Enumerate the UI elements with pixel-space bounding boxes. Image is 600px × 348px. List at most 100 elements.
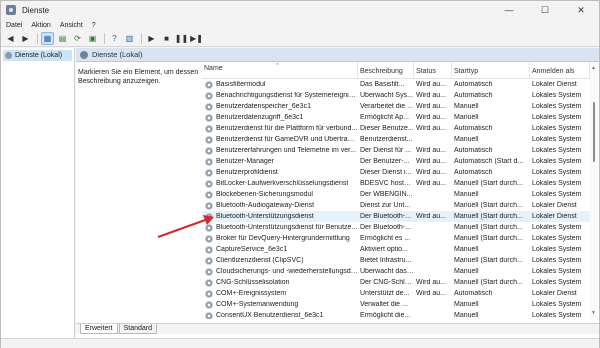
stop-service-icon[interactable]: ■ xyxy=(160,32,173,45)
properties-icon[interactable]: ▤ xyxy=(56,32,69,45)
service-name: Clientlizenzdienst (ClipSVC) xyxy=(202,256,358,265)
annotation-arrow xyxy=(157,215,214,238)
table-row[interactable]: BitLocker-Laufwerkverschlüsselungsdienst… xyxy=(202,178,590,189)
toolbar-separator xyxy=(37,33,38,44)
service-description: Dienst zur Unt... xyxy=(360,202,411,209)
pause-service-icon[interactable]: ❚❚ xyxy=(175,32,188,45)
back-arrow-icon[interactable]: ◀ xyxy=(4,32,17,45)
table-row[interactable]: Benutzerdienst für die Plattform für ver… xyxy=(202,123,590,134)
gear-icon xyxy=(205,135,213,144)
scroll-down-icon[interactable]: ▼ xyxy=(591,310,596,316)
tree-item-services-local[interactable]: Dienste (Lokal) xyxy=(3,50,72,61)
gear-icon xyxy=(205,190,213,199)
scrollbar-thumb[interactable] xyxy=(593,102,595,162)
tab-erweitert[interactable]: Erweitert xyxy=(80,324,118,334)
gear-icon xyxy=(205,124,213,133)
service-description: Bietet Infrastru... xyxy=(360,257,412,264)
service-startup-type: Manuell (Start durch... xyxy=(454,224,523,231)
service-name-label: Broker für DevQuery-Hintergrundermittlun… xyxy=(216,235,350,242)
service-description: BDESVC hostet... xyxy=(360,180,414,187)
show-action-pane-icon[interactable]: ▥ xyxy=(123,32,136,45)
restart-service-icon[interactable]: ▶❚ xyxy=(190,32,203,45)
service-name-label: Benutzerdatenspeicher_6e3c1 xyxy=(216,103,311,110)
service-description: Ermöglicht es ... xyxy=(360,235,411,242)
column-header-description[interactable]: Beschreibung xyxy=(358,62,414,78)
table-row[interactable]: Benutzererfahrungen und Telemetrie im ve… xyxy=(202,145,590,156)
service-name-label: COM+-Systemanwendung xyxy=(216,301,299,308)
column-header-status[interactable]: Status xyxy=(414,62,452,78)
close-button[interactable]: ✕ xyxy=(563,1,599,19)
table-row[interactable]: Benutzerprofildienst Dieser Dienst i... Wi… xyxy=(202,167,590,178)
table-row[interactable]: Blockebenen-Sicherungsmodul Der WBENGIN..… xyxy=(202,189,590,200)
service-log-on-as: Lokales System xyxy=(532,125,582,132)
service-description: Der CNG-Schlü... xyxy=(360,279,414,286)
minimize-button[interactable]: — xyxy=(491,1,527,19)
service-name: Benutzerdatenzugriff_6e3c1 xyxy=(202,113,358,122)
table-row[interactable]: CNG-Schlüsselisolation Der CNG-Schlü... Wi… xyxy=(202,277,590,288)
gear-icon xyxy=(205,179,213,188)
service-log-on-as: Lokales System xyxy=(532,169,582,176)
service-startup-type: Manuell xyxy=(454,246,479,253)
service-description: Dieser Benutze... xyxy=(360,125,414,132)
console-tree-icon[interactable]: ▦ xyxy=(41,32,54,45)
service-name-label: Benutzer-Manager xyxy=(216,158,274,165)
status-bar xyxy=(1,338,599,348)
service-startup-type: Manuell xyxy=(454,191,479,198)
services-app-icon xyxy=(6,5,16,15)
service-name: Bluetooth-Unterstützungsdienst xyxy=(202,212,358,221)
maximize-button[interactable]: ☐ xyxy=(527,1,563,19)
service-log-on-as: Lokales System xyxy=(532,235,582,242)
gear-icon xyxy=(205,168,213,177)
table-row[interactable]: Broker für DevQuery-Hintergrundermittlun… xyxy=(202,233,590,244)
table-row[interactable]: Bluetooth-Unterstützungsdienst Der Blueto… xyxy=(202,211,590,222)
scroll-up-icon[interactable]: ▲ xyxy=(591,65,596,71)
table-row[interactable]: COM+-Systemanwendung Verwaltet die ... Man… xyxy=(202,299,590,310)
pane-header: Dienste (Lokal) xyxy=(76,48,599,62)
menu-ansicht[interactable]: Ansicht xyxy=(60,22,83,29)
table-row[interactable]: Benutzerdatenspeicher_6e3c1 Verarbeitet d… xyxy=(202,101,590,112)
vertical-scrollbar[interactable]: ▲ ▼ xyxy=(590,62,598,319)
export-list-icon[interactable]: ▣ xyxy=(86,32,99,45)
service-name-label: Bluetooth-Unterstützungsdienst xyxy=(216,213,314,220)
table-row[interactable]: Clientlizenzdienst (ClipSVC) Bietet Infra… xyxy=(202,255,590,266)
service-status: Wird au... xyxy=(416,103,446,110)
table-row[interactable]: Basisfiltermodul Das Basisfilt... Wird au.… xyxy=(202,79,590,90)
table-row[interactable]: Cloudsicherungs- und -wiederherstellungs… xyxy=(202,266,590,277)
service-startup-type: Manuell xyxy=(454,312,479,319)
service-description: Verarbeitet die ... xyxy=(360,103,413,110)
table-row[interactable]: Benutzerdatenzugriff_6e3c1 Ermöglicht Ap.… xyxy=(202,112,590,123)
service-status: Wird au... xyxy=(416,180,446,187)
service-log-on-as: Lokales System xyxy=(532,136,582,143)
menu-aktion[interactable]: Aktion xyxy=(31,22,50,29)
menu-help[interactable]: ? xyxy=(92,22,96,29)
column-header-log-on-as[interactable]: Anmelden als xyxy=(530,62,590,78)
service-name-label: Clientlizenzdienst (ClipSVC) xyxy=(216,257,304,264)
table-row[interactable]: Benutzer-Manager Der Benutzer-... Wird au.… xyxy=(202,156,590,167)
column-header-name[interactable]: Name xyxy=(202,62,358,78)
service-name-label: Basisfiltermodul xyxy=(216,81,266,88)
table-row[interactable]: Bluetooth-Unterstützungsdienst für Benut… xyxy=(202,222,590,233)
table-row[interactable]: Benachrichtigungsdienst für Systemereign… xyxy=(202,90,590,101)
help-icon[interactable]: ? xyxy=(108,32,121,45)
service-name: COM+-Systemanwendung xyxy=(202,300,358,309)
toolbar-separator xyxy=(141,33,142,44)
service-name: ConsentUX Benutzerdienst_6e3c1 xyxy=(202,311,358,319)
table-row[interactable]: Benutzerdienst für GameDVR und Übertragu… xyxy=(202,134,590,145)
forward-arrow-icon[interactable]: ▶ xyxy=(19,32,32,45)
service-name-label: Benutzererfahrungen und Telemetrie im ve… xyxy=(216,147,356,154)
service-description: Verwaltet die ... xyxy=(360,301,408,308)
gear-icon xyxy=(205,91,213,100)
service-log-on-as: Lokales System xyxy=(532,312,582,319)
table-row[interactable]: Bluetooth-Audiogateway-Dienst Dienst zur … xyxy=(202,200,590,211)
start-service-icon[interactable]: ▶ xyxy=(145,32,158,45)
table-row[interactable]: COM+-Ereignissystem Unterstützt de... Wird… xyxy=(202,288,590,299)
column-header-startup-type[interactable]: Starttyp xyxy=(452,62,530,78)
tab-standard[interactable]: Standard xyxy=(118,324,158,334)
tree-item-label: Dienste (Lokal) xyxy=(15,52,63,59)
menu-datei[interactable]: Datei xyxy=(6,22,22,29)
table-row[interactable]: CaptureService_6e3c1 Aktiviert optio... Ma… xyxy=(202,244,590,255)
table-row[interactable]: ConsentUX Benutzerdienst_6e3c1 Ermöglicht… xyxy=(202,310,590,319)
service-status: Wird au... xyxy=(416,147,446,154)
gear-icon xyxy=(205,289,213,298)
refresh-icon[interactable]: ⟳ xyxy=(71,32,84,45)
